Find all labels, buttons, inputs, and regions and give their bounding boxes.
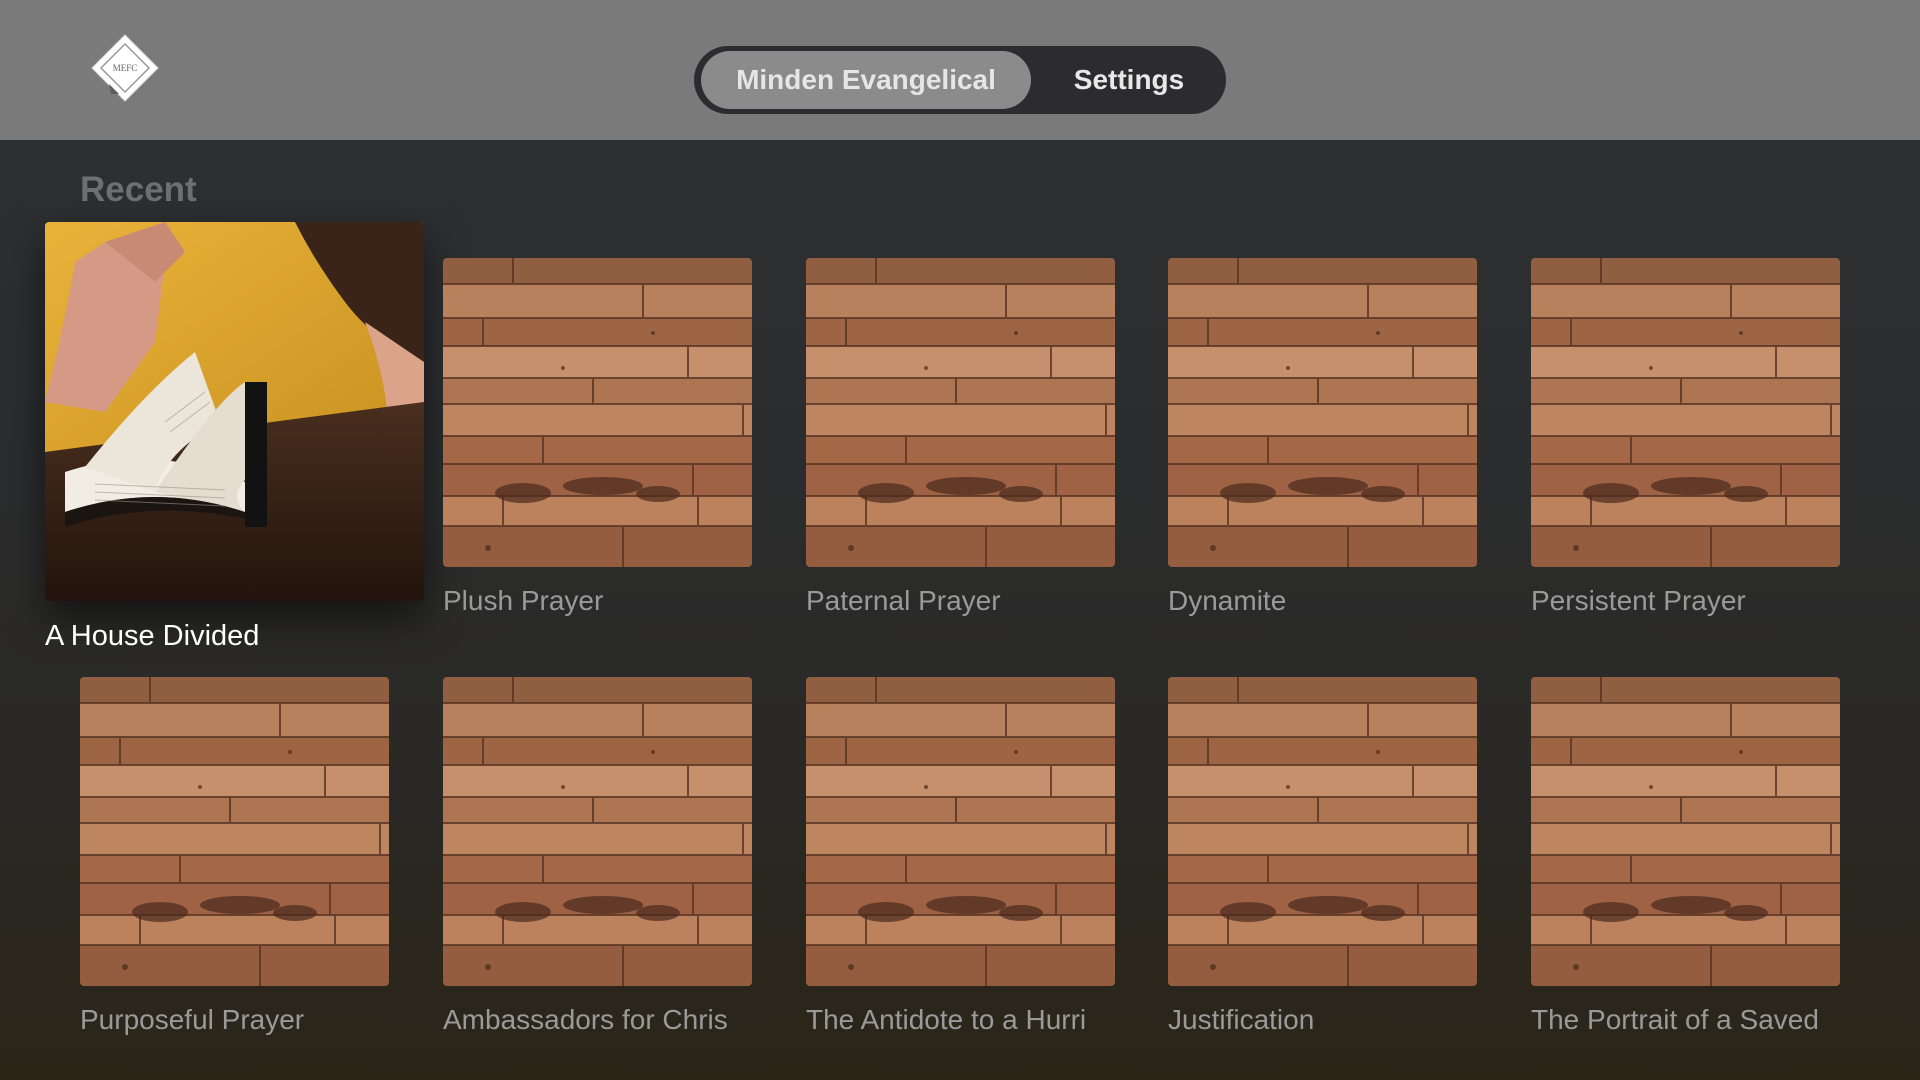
bible-reading-artwork [45, 222, 424, 601]
media-tile-the-antidote[interactable] [806, 677, 1115, 986]
wood-planks-artwork [1168, 258, 1477, 567]
wood-planks-artwork [443, 258, 752, 567]
wood-planks-artwork [1531, 677, 1840, 986]
tile-title: Dynamite [1168, 585, 1287, 616]
wood-planks-artwork [80, 677, 389, 986]
tab-settings[interactable]: Settings [1039, 51, 1219, 109]
svg-text:MEFC: MEFC [113, 63, 138, 73]
wood-planks-artwork [806, 258, 1115, 567]
tab-minden-evangelical[interactable]: Minden Evangelical [701, 51, 1031, 109]
media-tile-plush-prayer[interactable] [443, 258, 752, 567]
top-navigation-bar: MEFC Minden Evangelical Settings [0, 0, 1920, 140]
tile-title: Justification [1168, 1004, 1315, 1035]
wood-planks-artwork [806, 677, 1115, 986]
church-logo: MEFC [89, 32, 161, 104]
tile-title: Paternal Prayer [806, 585, 1001, 616]
wood-planks-artwork [1168, 677, 1477, 986]
media-tile-persistent-prayer[interactable] [1531, 258, 1840, 567]
tile-title: A House Divided [45, 620, 260, 652]
tile-title: The Portrait of a Saved [1531, 1004, 1819, 1035]
tile-title: Persistent Prayer [1531, 585, 1746, 616]
section-title-recent: Recent [80, 170, 197, 209]
mefc-logo-icon: MEFC [91, 34, 159, 102]
tile-title: Purposeful Prayer [80, 1004, 305, 1035]
media-tile-a-house-divided[interactable] [45, 222, 424, 601]
wood-planks-artwork [443, 677, 752, 986]
tile-title: Ambassadors for Chris [443, 1004, 728, 1035]
media-tile-purposeful-prayer[interactable] [80, 677, 389, 986]
tile-title: Plush Prayer [443, 585, 604, 616]
wood-planks-artwork [1531, 258, 1840, 567]
media-tile-justification[interactable] [1168, 677, 1477, 986]
media-tile-ambassadors-for-christ[interactable] [443, 677, 752, 986]
tab-bar: Minden Evangelical Settings [694, 46, 1226, 114]
tile-title: The Antidote to a Hurri [806, 1004, 1087, 1035]
media-tile-paternal-prayer[interactable] [806, 258, 1115, 567]
media-tile-dynamite[interactable] [1168, 258, 1477, 567]
media-tile-the-portrait[interactable] [1531, 677, 1840, 986]
